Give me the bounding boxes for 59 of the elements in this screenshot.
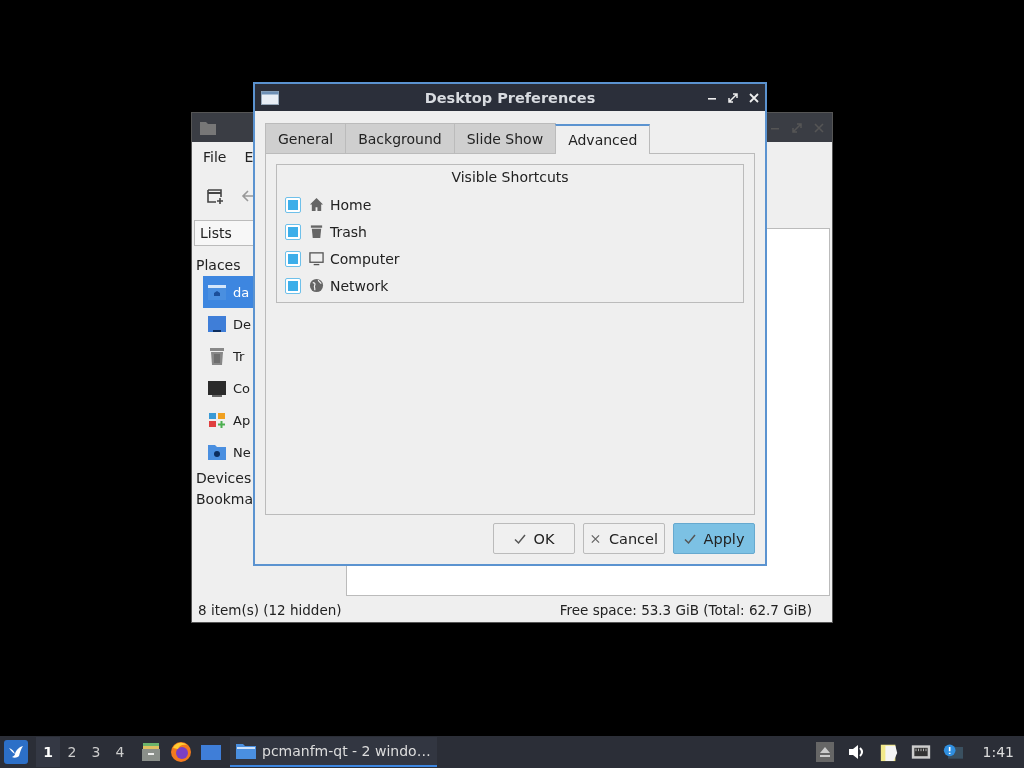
close-icon (590, 532, 601, 545)
trash-icon (207, 346, 227, 366)
shortcut-label: Trash (330, 223, 367, 240)
workspace-button[interactable]: 3 (84, 737, 108, 767)
network-port-icon[interactable] (910, 742, 931, 762)
folder-icon (236, 743, 256, 759)
place-item[interactable]: Ap (203, 404, 346, 436)
trash-icon (309, 224, 324, 239)
applications-icon (207, 410, 227, 430)
tab[interactable]: Advanced (555, 124, 651, 154)
shortcut-label: Home (330, 196, 372, 213)
desktop-icon (207, 314, 227, 334)
clock[interactable]: 1:41 (982, 744, 1014, 760)
checkbox[interactable] (285, 196, 301, 213)
workspace-button[interactable]: 1 (36, 737, 60, 767)
home-folder-icon (207, 282, 227, 302)
checkbox[interactable] (285, 223, 301, 240)
ok-button[interactable]: OK (493, 523, 575, 554)
taskbar-task-button[interactable]: pcmanfm-qt - 2 windo… (230, 737, 437, 767)
window-title: Desktop Preferences (424, 89, 596, 106)
network-folder-icon (207, 442, 227, 462)
folder-icon (200, 120, 216, 135)
place-item[interactable]: Ne (203, 436, 346, 468)
checkbox[interactable] (285, 277, 301, 294)
place-item[interactable]: De (203, 308, 346, 340)
file-cabinet-icon[interactable] (140, 741, 162, 763)
tab[interactable]: Slide Show (453, 123, 557, 153)
window-icon (261, 90, 279, 105)
group-title: Visible Shortcuts (451, 168, 569, 187)
menu-item[interactable]: File (203, 149, 227, 165)
tab[interactable]: Background (345, 123, 455, 153)
notification-icon[interactable] (942, 742, 963, 762)
start-menu-icon[interactable] (4, 740, 28, 764)
workspace-button[interactable]: 2 (60, 737, 84, 767)
browser-icon[interactable] (170, 741, 192, 763)
monitor-icon (207, 378, 227, 398)
menu-item[interactable]: E (244, 149, 254, 165)
apply-button[interactable]: Apply (673, 523, 755, 554)
place-item[interactable]: Co (203, 372, 346, 404)
checkmark-icon (513, 532, 526, 545)
checkbox[interactable] (285, 250, 301, 267)
eject-icon[interactable] (814, 742, 835, 762)
sidebar-section[interactable]: Devices (194, 468, 254, 489)
checkmark-icon (683, 532, 696, 545)
places-heading: Places (195, 256, 242, 275)
new-tab-icon[interactable] (206, 187, 224, 205)
status-text: 8 item(s) (12 hidden) (198, 602, 342, 618)
globe-icon (309, 278, 324, 293)
tab[interactable]: General (265, 123, 347, 153)
sidebar-section[interactable]: Bookma (194, 489, 256, 510)
shortcut-label: Network (330, 277, 389, 294)
workspace-button[interactable]: 4 (108, 737, 132, 767)
cancel-button[interactable]: Cancel (583, 523, 665, 554)
free-space-text: Free space: 53.3 GiB (Total: 62.7 GiB) (559, 602, 812, 618)
shortcut-label: Computer (330, 250, 400, 267)
clipboard-icon[interactable] (878, 742, 899, 762)
monitor-icon (309, 251, 324, 266)
home-icon (309, 197, 324, 212)
place-item[interactable]: Tr (203, 340, 346, 372)
